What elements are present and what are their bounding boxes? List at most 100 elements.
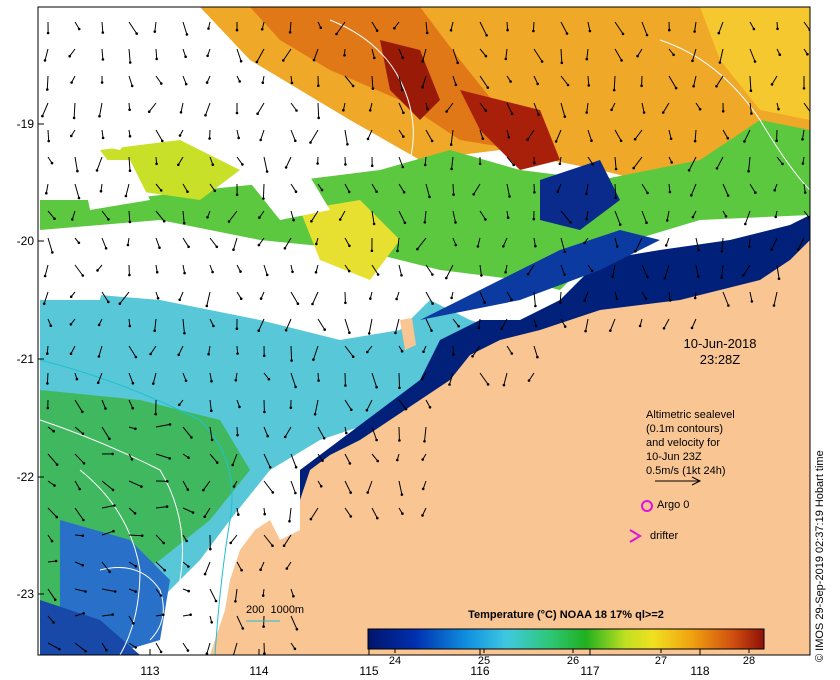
- velocity-arrowhead: [398, 439, 401, 442]
- velocity-arrowhead: [449, 29, 453, 32]
- velocity-arrowhead: [178, 134, 182, 137]
- velocity-arrowhead: [203, 572, 207, 576]
- velocity-arrowhead: [237, 136, 240, 140]
- velocity-arrowhead: [50, 539, 54, 543]
- velocity-arrowhead: [634, 250, 637, 253]
- velocity-arrowhead: [668, 299, 672, 302]
- velocity-arrowhead: [747, 169, 750, 173]
- velocity-arrowhead: [256, 112, 259, 115]
- velocity-arrowhead: [153, 30, 157, 33]
- velocity-arrowhead: [128, 169, 132, 172]
- velocity-arrowhead: [186, 649, 190, 652]
- colorbar-title: Temperature (°C) NOAA 18 17% ql>=2: [468, 609, 664, 621]
- velocity-arrowhead: [77, 196, 81, 200]
- velocity-arrowhead: [179, 111, 183, 114]
- velocity-arrowhead: [82, 518, 85, 522]
- velocity-arrowhead: [185, 33, 189, 36]
- velocity-arrowhead: [203, 515, 206, 518]
- velocity-arrowhead: [262, 354, 266, 358]
- velocity-arrowhead: [259, 138, 263, 142]
- velocity-arrowhead: [53, 598, 57, 601]
- velocity-arrowhead: [583, 299, 586, 302]
- velocity-arrowhead: [292, 594, 295, 598]
- velocity-arrowhead: [99, 189, 103, 193]
- velocity-arrowhead: [431, 273, 434, 276]
- velocity-arrowhead: [118, 302, 122, 306]
- velocity-arrowhead: [563, 250, 566, 254]
- velocity-arrowhead: [105, 648, 108, 652]
- velocity-arrowhead: [45, 191, 48, 195]
- velocity-arrowhead: [128, 108, 131, 111]
- velocity-arrowhead: [101, 136, 105, 140]
- velocity-arrowhead: [262, 197, 265, 200]
- legend-line: 0.5m/s (1kt 24h): [646, 465, 726, 477]
- velocity-arrowhead: [502, 245, 505, 248]
- velocity-arrowhead: [130, 458, 134, 461]
- velocity-arrowhead: [282, 544, 286, 547]
- velocity-arrowhead: [375, 29, 379, 32]
- velocity-arrowhead: [235, 111, 239, 115]
- velocity-arrowhead: [285, 567, 289, 570]
- velocity-arrowhead: [210, 409, 213, 413]
- velocity-arrowhead: [189, 613, 192, 616]
- velocity-arrowhead: [610, 108, 613, 112]
- velocity-arrowhead: [445, 110, 448, 113]
- velocity-arrowhead: [556, 190, 560, 193]
- velocity-arrowhead: [108, 570, 111, 574]
- velocity-arrowhead: [262, 625, 265, 628]
- velocity-arrowhead: [536, 82, 539, 86]
- velocity-arrow: [290, 345, 293, 361]
- velocity-arrowhead: [509, 80, 512, 83]
- velocity-arrowhead: [777, 107, 780, 111]
- velocity-arrowhead: [186, 488, 190, 491]
- velocity-arrowhead: [166, 480, 169, 483]
- velocity-arrowhead: [431, 302, 434, 305]
- velocity-arrowhead: [128, 134, 132, 138]
- date-stamp: 10-Jun-2018: [683, 336, 757, 351]
- velocity-arrowhead: [160, 82, 163, 85]
- velocity-arrowhead: [396, 249, 399, 253]
- velocity-arrowhead: [619, 139, 623, 143]
- velocity-arrowhead: [309, 517, 313, 521]
- x-tick-label: 113: [140, 664, 160, 678]
- velocity-arrowhead: [235, 28, 239, 32]
- velocity-arrowhead: [165, 505, 169, 508]
- velocity-arrowhead: [241, 163, 244, 166]
- velocity-arrowhead: [177, 163, 180, 167]
- velocity-arrowhead: [642, 111, 646, 114]
- velocity-arrowhead: [454, 243, 458, 247]
- velocity-arrowhead: [261, 81, 265, 84]
- velocity-arrowhead: [155, 57, 158, 61]
- velocity-arrowhead: [46, 406, 50, 410]
- velocity-arrowhead: [662, 327, 666, 330]
- velocity-arrowhead: [423, 163, 427, 167]
- velocity-arrowhead: [319, 26, 323, 30]
- velocity-arrowhead: [263, 410, 266, 414]
- velocity-arrowhead: [104, 407, 107, 410]
- velocity-arrowhead: [369, 297, 372, 300]
- velocity-arrowhead: [560, 61, 564, 65]
- legend-line: (0.1m contours): [646, 423, 724, 435]
- velocity-arrowhead: [646, 191, 649, 195]
- velocity-arrowhead: [294, 491, 297, 495]
- velocity-arrowhead: [101, 58, 105, 61]
- velocity-arrowhead: [402, 190, 406, 194]
- y-tick-label: -22: [16, 470, 34, 484]
- velocity-arrowhead: [182, 221, 186, 225]
- velocity-arrowhead: [376, 459, 380, 463]
- velocity-arrowhead: [532, 217, 536, 221]
- velocity-arrowhead: [398, 386, 401, 390]
- velocity-arrowhead: [133, 511, 137, 515]
- velocity-arrowhead: [772, 304, 776, 307]
- velocity-arrowhead: [536, 355, 539, 359]
- velocity-arrowhead: [421, 487, 425, 491]
- x-tick-label: 118: [690, 664, 710, 678]
- velocity-arrowhead: [672, 53, 675, 57]
- velocity-arrowhead: [266, 434, 270, 438]
- velocity-arrowhead: [81, 563, 84, 567]
- velocity-arrowhead: [585, 111, 588, 114]
- velocity-arrowhead: [367, 332, 371, 335]
- velocity-arrowhead: [311, 302, 314, 306]
- velocity-arrowhead: [310, 220, 313, 223]
- velocity-arrowhead: [50, 161, 54, 165]
